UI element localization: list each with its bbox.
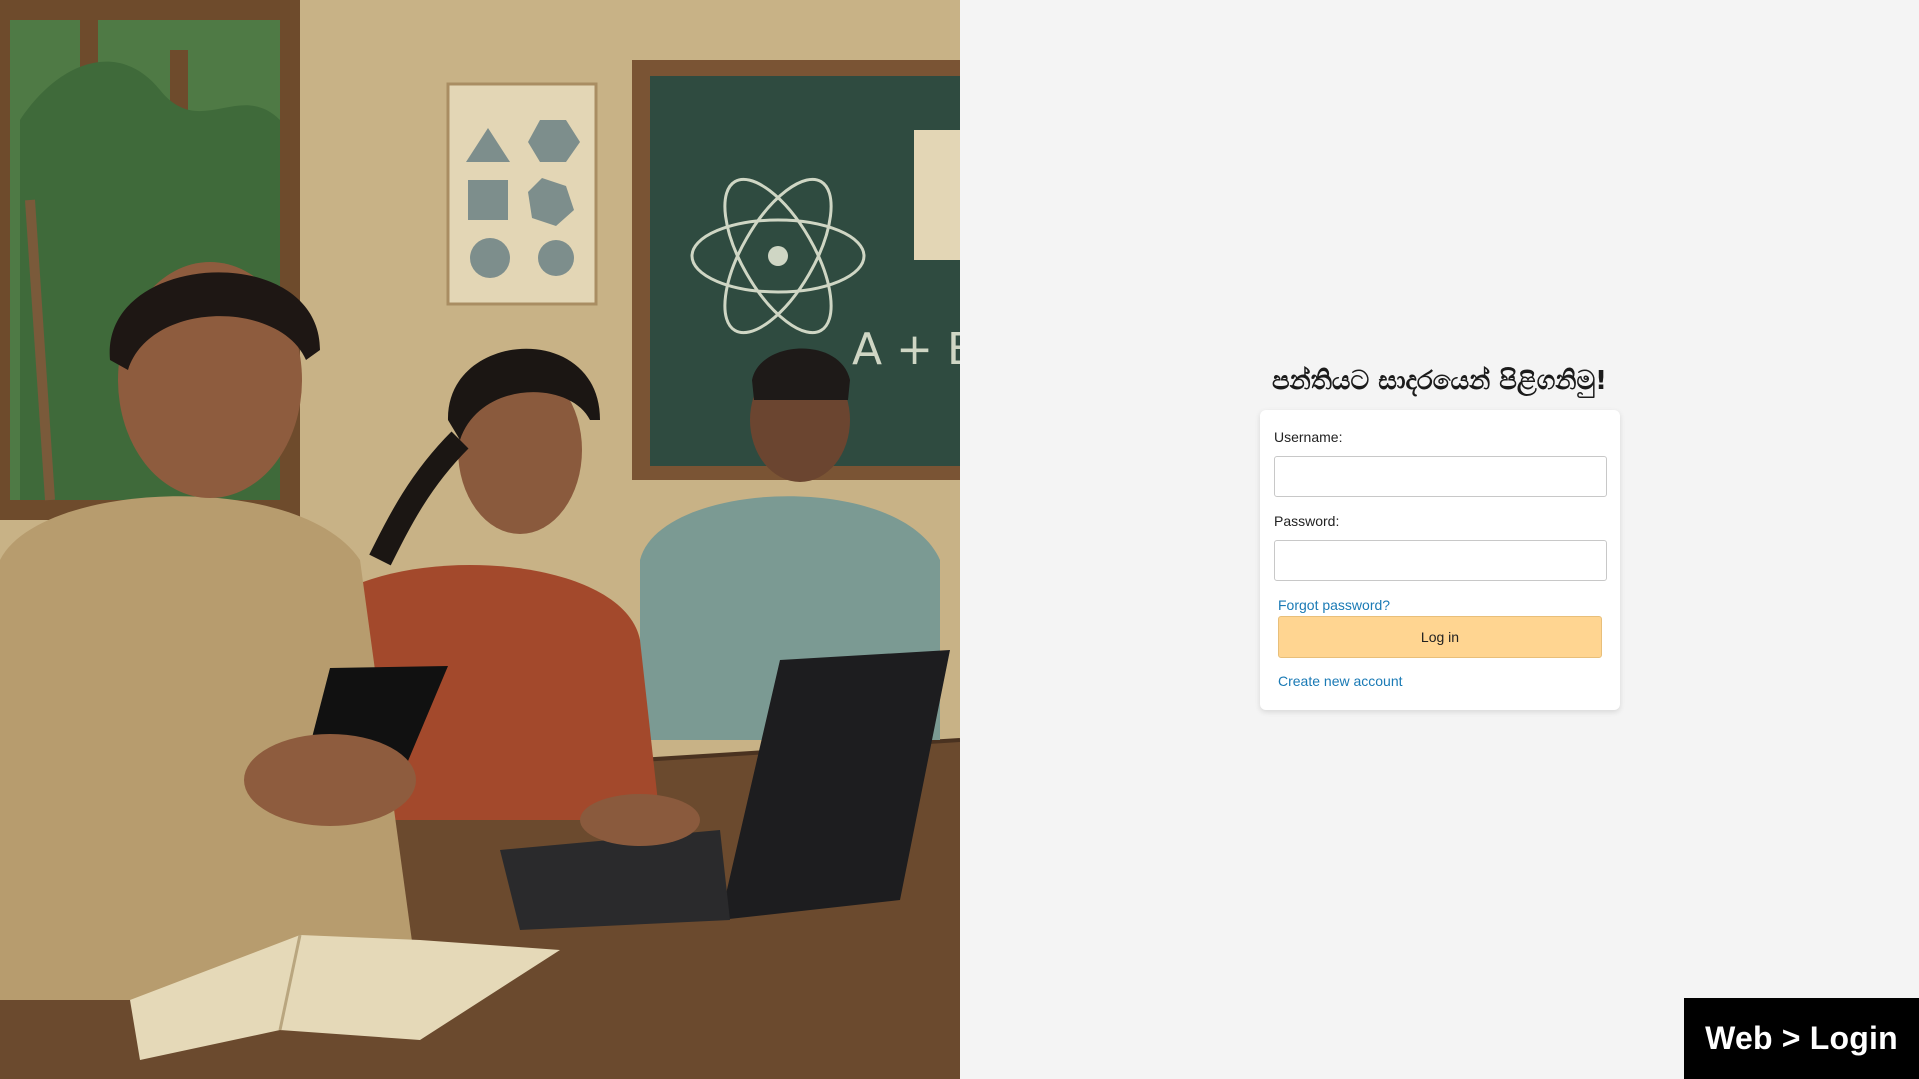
login-page: A + B = bbox=[0, 0, 1919, 1079]
create-account-link[interactable]: Create new account bbox=[1278, 673, 1403, 689]
login-button[interactable]: Log in bbox=[1278, 616, 1602, 658]
forgot-password-link[interactable]: Forgot password? bbox=[1278, 597, 1390, 613]
section-badge: Web > Login bbox=[1684, 998, 1919, 1079]
password-input[interactable] bbox=[1274, 540, 1607, 581]
classroom-illustration-svg: A + B = bbox=[0, 0, 960, 1079]
classroom-illustration: A + B = bbox=[0, 0, 960, 1079]
blackboard-text: A + B = bbox=[852, 324, 960, 375]
welcome-title: පන්තියට සාදරයෙන් පිළිගනිමු! bbox=[1271, 366, 1608, 396]
password-label: Password: bbox=[1274, 513, 1340, 529]
username-label: Username: bbox=[1274, 429, 1343, 445]
login-form: Username: Password: Forgot password? Log… bbox=[1260, 410, 1620, 710]
username-input[interactable] bbox=[1274, 456, 1607, 497]
